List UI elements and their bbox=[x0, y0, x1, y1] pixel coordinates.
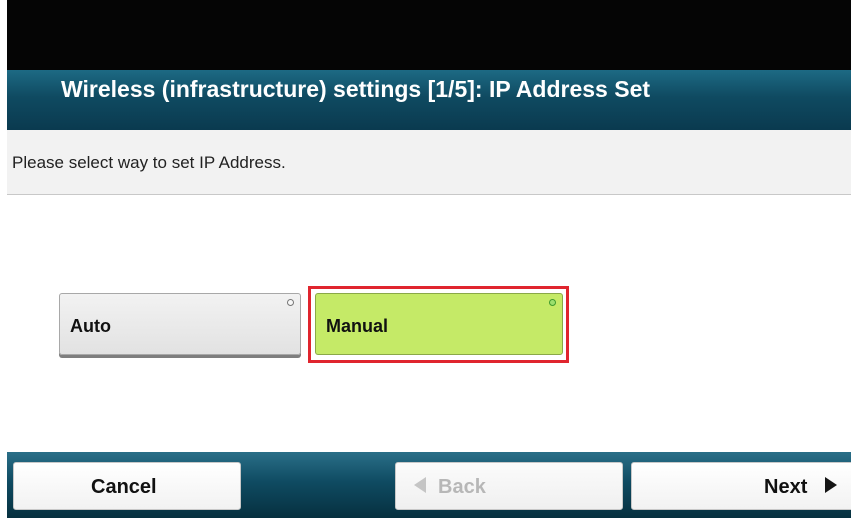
next-button[interactable]: Next bbox=[631, 462, 851, 510]
page-title: Wireless (infrastructure) settings [1/5]… bbox=[61, 76, 651, 102]
printer-screen: Wireless (infrastructure) settings [1/5]… bbox=[7, 0, 851, 518]
instruction-text: Please select way to set IP Address. bbox=[12, 153, 286, 172]
cancel-button[interactable]: Cancel bbox=[13, 462, 241, 510]
selection-highlight-frame bbox=[308, 286, 569, 363]
auto-option-label: Auto bbox=[70, 316, 111, 336]
auto-option-button[interactable]: Auto bbox=[59, 293, 301, 355]
triangle-right-icon bbox=[825, 477, 837, 493]
back-label: Back bbox=[438, 476, 486, 498]
cancel-label: Cancel bbox=[91, 476, 157, 498]
top-black-bar bbox=[7, 0, 851, 70]
next-label: Next bbox=[764, 476, 808, 498]
back-button[interactable]: Back bbox=[395, 462, 623, 510]
triangle-left-icon bbox=[414, 477, 426, 493]
radio-indicator-off-icon bbox=[287, 299, 294, 306]
